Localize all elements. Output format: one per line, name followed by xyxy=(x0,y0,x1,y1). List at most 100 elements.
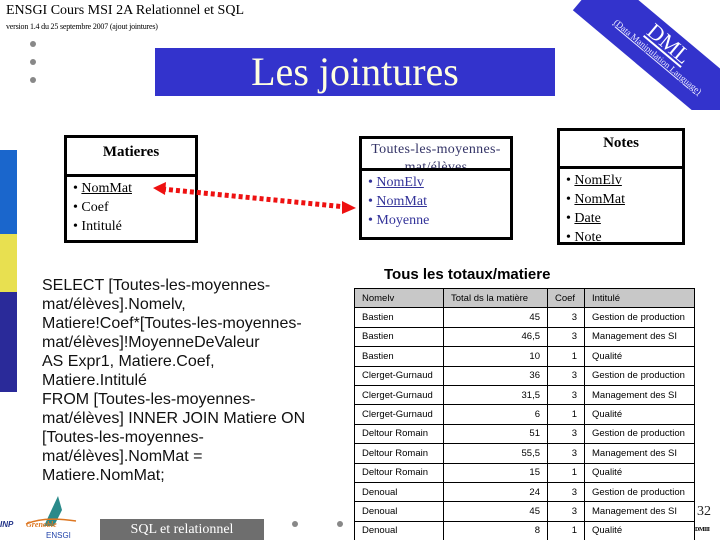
entity-moyennes-fields: • NomElv • NomMat • Moyenne xyxy=(362,171,510,232)
entity-notes-fields: • NomElv • NomMat • Date • Note xyxy=(560,169,682,249)
field-item: • NomElv xyxy=(566,173,622,188)
cell-coef: 3 xyxy=(547,423,585,445)
field-label: Moyenne xyxy=(376,213,430,228)
cell-coef: 3 xyxy=(547,326,585,348)
sql-line: SELECT [Toutes-les-moyennes- xyxy=(42,277,271,294)
field-item: • Note xyxy=(566,230,602,245)
cell-intitule: Gestion de production xyxy=(584,307,695,328)
table-row: Bastien 46,5 3 Management des SI xyxy=(354,326,695,348)
cell-intitule: Qualité xyxy=(584,520,695,540)
field-item: • NomElv xyxy=(368,175,424,190)
sql-line: AS Expr1, Matiere.Coef, xyxy=(42,353,215,370)
cell-total: 31,5 xyxy=(443,384,548,406)
entity-notes: Notes • NomElv • NomMat • Date • Note xyxy=(557,128,685,245)
cell-nomelv: Denoual xyxy=(354,481,444,503)
cell-total: 45 xyxy=(443,501,548,522)
cell-total: 46,5 xyxy=(443,326,548,348)
table-row: Clerget-Gurnaud 36 3 Gestion de production xyxy=(354,365,695,386)
logo-grenoble: Grenoble xyxy=(26,520,57,529)
table-row: Deltour Romain 15 1 Qualité xyxy=(354,462,695,483)
side-bar-yellow xyxy=(0,234,17,292)
cell-nomelv: Denoual xyxy=(354,520,444,540)
ribbon-band: DML (Data Manipulation Language) xyxy=(572,0,720,110)
results-title: Tous les totaux/matiere xyxy=(384,266,551,283)
cell-intitule: Management des SI xyxy=(584,326,695,348)
field-label: Coef xyxy=(81,200,109,215)
cell-total: 51 xyxy=(443,423,548,445)
cell-coef: 1 xyxy=(547,462,585,483)
table-row: Clerget-Gurnaud 31,5 3 Management des SI xyxy=(354,384,695,406)
decorative-dot xyxy=(292,521,298,527)
field-item: • Date xyxy=(566,211,601,226)
slide-title: Les jointures xyxy=(251,49,459,94)
decorative-dot xyxy=(30,41,36,47)
inp-grenoble-logo: INP Grenoble ENSGI xyxy=(0,496,90,540)
sql-line: FROM [Toutes-les-moyennes- xyxy=(42,391,256,408)
cell-intitule: Gestion de production xyxy=(584,365,695,386)
cell-intitule: Management des SI xyxy=(584,384,695,406)
cell-nomelv: Bastien xyxy=(354,346,444,367)
cell-total: 45 xyxy=(443,307,548,328)
cell-coef: 3 xyxy=(547,443,585,464)
field-label: NomMat xyxy=(81,181,132,196)
side-bar-blue xyxy=(0,150,17,234)
column-header: Intitulé xyxy=(584,287,695,309)
page-number: 32 xyxy=(697,504,711,519)
course-title: ENSGI Cours MSI 2A Relationnel et SQL xyxy=(6,3,244,18)
cell-coef: 1 xyxy=(547,346,585,367)
join-arrow-line xyxy=(161,186,347,210)
table-row: Deltour Romain 51 3 Gestion de production xyxy=(354,423,695,445)
entity-moyennes-name: Toutes-les-moyennes-mat/élèves xyxy=(362,139,510,171)
decorative-dot xyxy=(337,521,343,527)
cell-total: 24 xyxy=(443,481,548,503)
sql-line: Matiere.NomMat; xyxy=(42,467,165,484)
table-body: Bastien 45 3 Gestion de production Bastien 46… xyxy=(354,307,695,540)
cell-total: 36 xyxy=(443,365,548,386)
title-banner: Les jointures xyxy=(155,48,555,96)
cell-coef: 3 xyxy=(547,481,585,503)
sql-line: Matiere!Coef*[Toutes-les-moyennes- xyxy=(42,315,302,332)
decorative-dot xyxy=(30,59,36,65)
cell-intitule: Gestion de production xyxy=(584,481,695,503)
cell-intitule: Qualité xyxy=(584,462,695,483)
cell-nomelv: Denoual xyxy=(354,501,444,522)
cell-intitule: Qualité xyxy=(584,404,695,425)
cell-coef: 3 xyxy=(547,307,585,328)
table-row: Denoual 8 1 Qualité xyxy=(354,520,695,540)
column-header: Nomelv xyxy=(354,287,444,309)
join-arrow-head-left xyxy=(153,182,166,195)
table-row: Clerget-Gurnaud 6 1 Qualité xyxy=(354,404,695,425)
cell-coef: 3 xyxy=(547,365,585,386)
cell-total: 8 xyxy=(443,520,548,540)
table-row: Bastien 45 3 Gestion de production xyxy=(354,307,695,328)
version-info: version 1.4 du 25 septembre 2007 (ajout … xyxy=(6,22,158,31)
table-header-row: Nomelv Total ds la matière Coef Intitulé xyxy=(354,287,695,309)
field-label: NomMat xyxy=(574,192,625,207)
cell-intitule: Gestion de production xyxy=(584,423,695,445)
results-table: Nomelv Total ds la matière Coef Intitulé… xyxy=(354,287,695,540)
field-label: NomMat xyxy=(376,194,427,209)
cell-intitule: Management des SI xyxy=(584,501,695,522)
sql-line: mat/élèves].Nomelv, xyxy=(42,296,186,313)
footer-tag: SQL et relationnel xyxy=(100,519,264,540)
field-label: NomElv xyxy=(574,173,622,188)
cell-nomelv: Bastien xyxy=(354,326,444,348)
cell-coef: 3 xyxy=(547,501,585,522)
join-arrow xyxy=(153,182,356,214)
field-label: Date xyxy=(574,211,601,226)
field-label: Note xyxy=(574,230,602,245)
field-label: NomElv xyxy=(376,175,424,190)
sql-line: mat/élèves] INNER JOIN Matiere ON xyxy=(42,410,306,427)
logo-ensgi: ENSGI xyxy=(46,531,71,540)
cell-total: 6 xyxy=(443,404,548,425)
side-bar-navy xyxy=(0,292,17,392)
table-row: Bastien 10 1 Qualité xyxy=(354,346,695,367)
cell-nomelv: Deltour Romain xyxy=(354,462,444,483)
table-row: Denoual 45 3 Management des SI xyxy=(354,501,695,522)
entity-moyennes: Toutes-les-moyennes-mat/élèves • NomElv … xyxy=(359,136,513,240)
cell-nomelv: Clerget-Gurnaud xyxy=(354,365,444,386)
cell-nomelv: Bastien xyxy=(354,307,444,328)
sql-line: mat/élèves].NomMat = xyxy=(42,448,203,465)
sql-line: mat/élèves]!MoyenneDeValeur xyxy=(42,334,260,351)
cell-intitule: Qualité xyxy=(584,346,695,367)
